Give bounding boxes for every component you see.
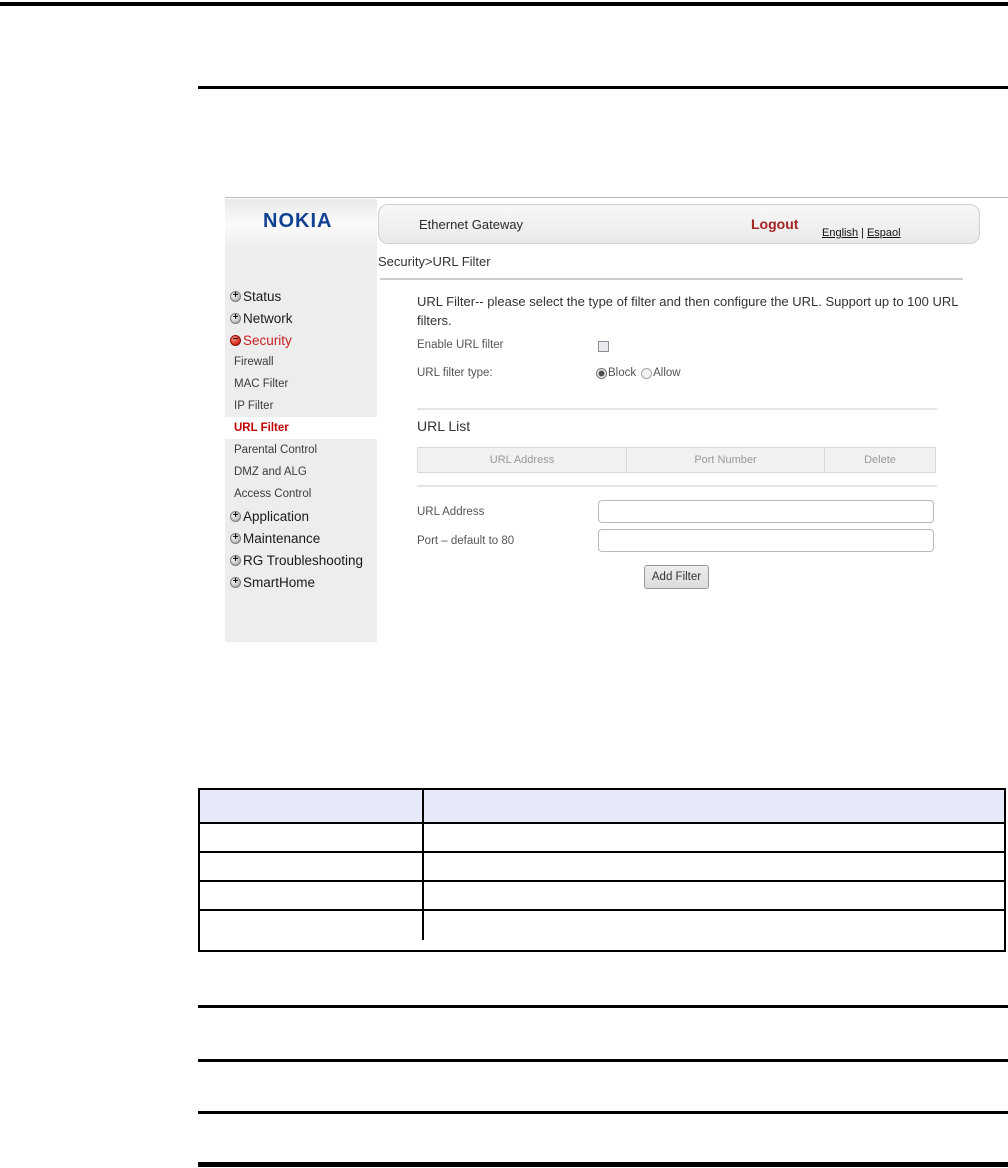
plus-circle-icon[interactable] <box>230 554 241 566</box>
rule-line <box>198 1059 1008 1062</box>
breadcrumb: Security>URL Filter <box>378 254 491 269</box>
table-cell <box>424 853 1004 880</box>
sidebar-item-label: Access Control <box>234 488 312 500</box>
url-list-header-url-address: URL Address <box>417 447 627 473</box>
sidebar-item-ip-filter[interactable]: IP Filter <box>225 395 377 417</box>
table-cell <box>424 911 1004 940</box>
table-cell <box>200 853 424 880</box>
table-header-cell <box>424 790 1004 822</box>
header-separator-rule <box>198 86 1008 89</box>
section-divider-bottom <box>417 485 937 487</box>
sidebar-item-label: IP Filter <box>234 400 274 412</box>
sidebar-item-network[interactable]: Network <box>225 307 377 329</box>
url-filter-type-radios: Block Allow <box>596 367 681 379</box>
language-separator: | <box>861 227 864 239</box>
port-label: Port – default to 80 <box>417 535 515 547</box>
language-switcher: English | Espaol <box>822 227 901 239</box>
gateway-screenshot: NOKIA Status Network Security Firewall M… <box>225 197 1008 642</box>
nokia-logo: NOKIA <box>263 210 333 232</box>
sidebar-item-application[interactable]: Application <box>225 505 377 527</box>
url-address-input[interactable] <box>598 500 934 523</box>
plus-circle-icon[interactable] <box>230 576 241 588</box>
radio-allow[interactable] <box>641 367 653 379</box>
plus-circle-icon[interactable] <box>230 532 241 544</box>
url-list-title: URL List <box>417 418 471 434</box>
url-address-label: URL Address <box>417 506 485 518</box>
table-row <box>200 911 1004 940</box>
table-cell <box>200 824 424 851</box>
sidebar-item-label: MAC Filter <box>234 378 289 390</box>
sidebar-item-label: Firewall <box>234 356 274 368</box>
add-filter-button[interactable]: Add Filter <box>644 565 709 589</box>
sidebar-item-label: DMZ and ALG <box>234 466 307 478</box>
sidebar-item-label: Network <box>243 310 293 326</box>
plus-circle-icon[interactable] <box>230 510 241 522</box>
language-link-spanish[interactable]: Espaol <box>867 227 901 239</box>
rule-line <box>198 1162 1008 1167</box>
table-row <box>200 824 1004 853</box>
sidebar-item-label: Maintenance <box>243 530 321 546</box>
page-description: URL Filter-- please select the type of f… <box>417 294 958 328</box>
section-divider-top <box>417 408 937 410</box>
page-top-rule <box>0 2 1008 6</box>
rule-line <box>198 1111 1008 1114</box>
plus-circle-icon[interactable] <box>230 290 241 302</box>
plus-circle-icon[interactable] <box>230 312 241 324</box>
radio-block[interactable] <box>596 367 607 379</box>
enable-url-filter-label: Enable URL filter <box>417 339 504 351</box>
sidebar-item-label: Status <box>243 288 282 304</box>
sidebar-item-security[interactable]: Security <box>225 329 377 351</box>
radio-allow-label: Allow <box>653 367 681 379</box>
radio-block-label: Block <box>608 367 637 379</box>
sidebar-item-status[interactable]: Status <box>225 285 377 307</box>
sidebar-item-url-filter[interactable]: URL Filter <box>225 417 377 439</box>
table-header-cell <box>200 790 424 822</box>
breadcrumb-divider <box>380 278 963 280</box>
sidebar-item-maintenance[interactable]: Maintenance <box>225 527 377 549</box>
sidebar-item-mac-filter[interactable]: MAC Filter <box>225 373 377 395</box>
sidebar-item-dmz-and-alg[interactable]: DMZ and ALG <box>225 461 377 483</box>
table-cell <box>424 824 1004 851</box>
table-cell <box>200 882 424 909</box>
table-row <box>200 853 1004 882</box>
port-input[interactable] <box>598 529 934 552</box>
url-list-header-delete: Delete <box>825 447 936 473</box>
sidebar-item-rg-troubleshooting[interactable]: RG Troubleshooting <box>225 549 377 571</box>
table-header-row <box>200 790 1004 824</box>
sidebar-item-parental-control[interactable]: Parental Control <box>225 439 377 461</box>
enable-url-filter-checkbox[interactable] <box>598 341 609 352</box>
sidebar-item-label: SmartHome <box>243 574 316 590</box>
sidebar-item-firewall[interactable]: Firewall <box>225 351 377 373</box>
logo-area: NOKIA <box>225 199 377 245</box>
table-cell <box>200 911 424 940</box>
table-cell <box>424 882 1004 909</box>
minus-circle-icon[interactable] <box>230 334 241 346</box>
url-list-header-port-number: Port Number <box>627 447 825 473</box>
sidebar-item-label: URL Filter <box>234 422 289 434</box>
sidebar-item-label: Parental Control <box>234 444 318 456</box>
sidebar-item-label: RG Troubleshooting <box>243 552 364 568</box>
logout-link[interactable]: Logout <box>751 216 798 232</box>
table-row <box>200 882 1004 911</box>
sidebar-item-label: Security <box>243 332 292 348</box>
url-list-table: URL Address Port Number Delete <box>417 447 936 473</box>
sidebar-item-label: Application <box>243 508 310 524</box>
top-header-bar: Ethernet Gateway Logout English | Espaol <box>378 204 980 244</box>
sidebar: NOKIA Status Network Security Firewall M… <box>225 199 377 642</box>
url-filter-type-label: URL filter type: <box>417 367 493 379</box>
sidebar-nav: Status Network Security Firewall MAC Fil… <box>225 285 377 593</box>
language-link-english[interactable]: English <box>822 227 858 239</box>
rule-line <box>198 1005 1008 1008</box>
sidebar-item-smarthome[interactable]: SmartHome <box>225 571 377 593</box>
sidebar-item-access-control[interactable]: Access Control <box>225 483 377 505</box>
field-description-table <box>198 788 1006 952</box>
page-title: Ethernet Gateway <box>419 217 524 232</box>
